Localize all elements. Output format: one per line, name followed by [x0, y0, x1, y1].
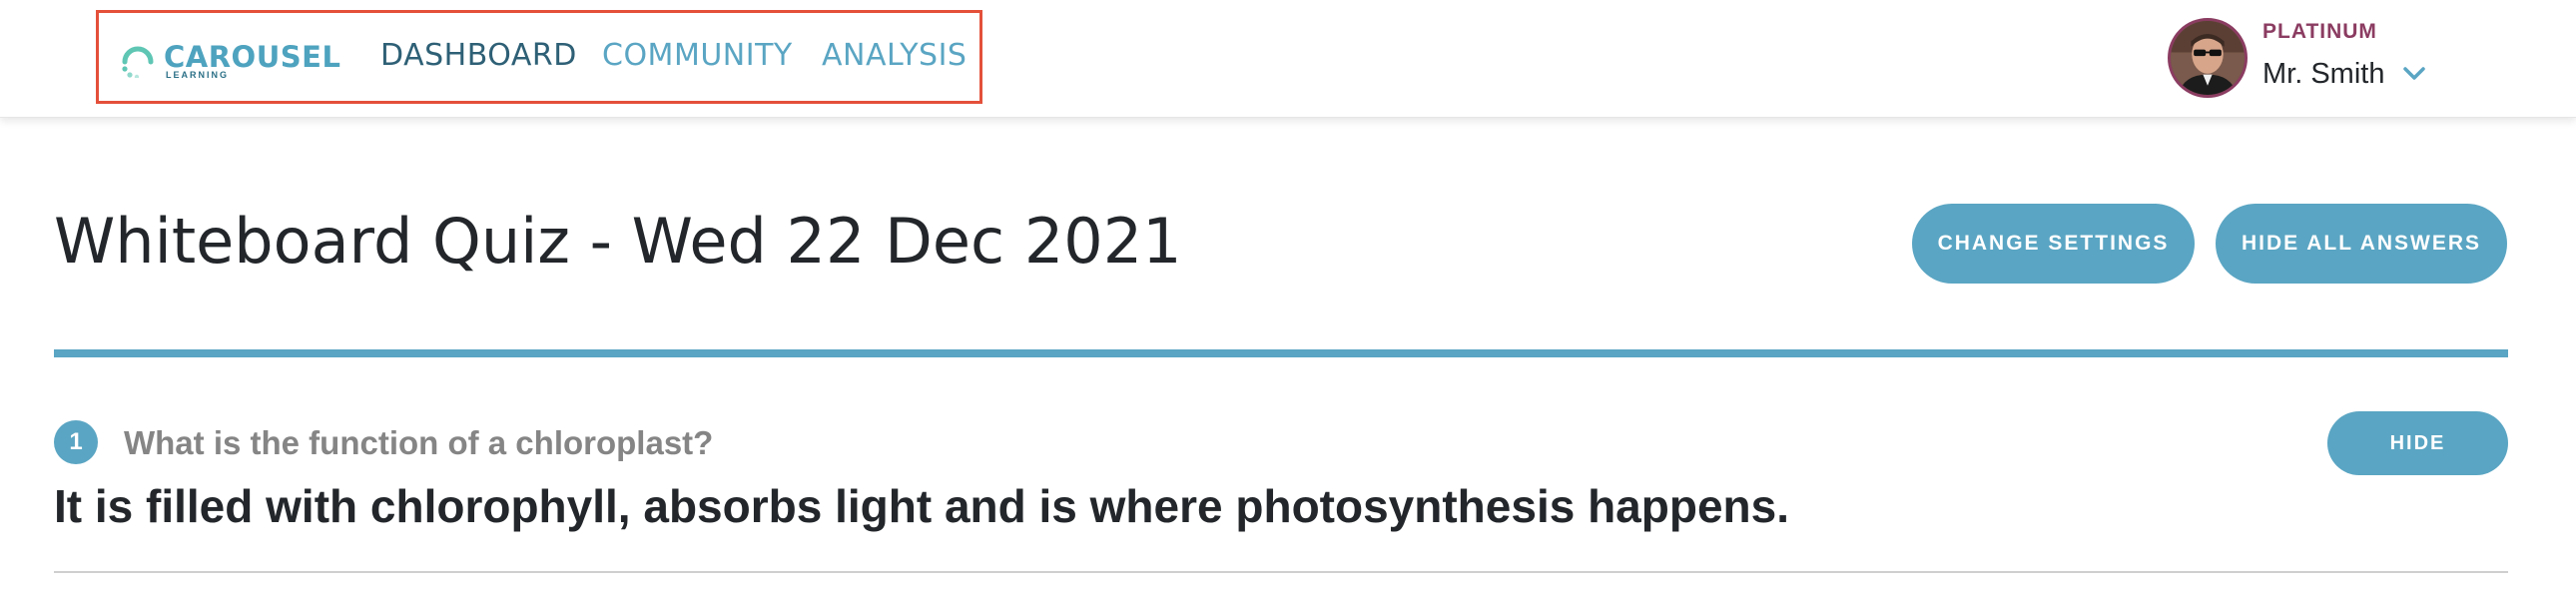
avatar[interactable]: [2168, 18, 2248, 98]
answer-text: It is filled with chlorophyll, absorbs l…: [54, 480, 1790, 532]
carousel-logo-icon: [122, 46, 154, 78]
question-divider: [54, 571, 2508, 573]
logo-subtitle: LEARNING: [166, 70, 229, 80]
logo-wordmark: CAROUSEL: [164, 40, 341, 74]
user-tier-label: PLATINUM: [2262, 20, 2377, 43]
nav-community[interactable]: COMMUNITY: [602, 38, 793, 73]
user-avatar-icon: [2171, 21, 2245, 95]
question-text: What is the function of a chloroplast?: [124, 424, 714, 461]
change-settings-button[interactable]: CHANGE SETTINGS: [1912, 204, 2195, 284]
top-navigation-bar: CAROUSEL LEARNING DASHBOARD COMMUNITY AN…: [0, 0, 2576, 118]
nav-analysis[interactable]: ANALYSIS: [822, 38, 966, 73]
nav-dashboard[interactable]: DASHBOARD: [380, 38, 577, 73]
page-title: Whiteboard Quiz - Wed 22 Dec 2021: [54, 205, 1182, 278]
hide-answer-button[interactable]: HIDE: [2327, 411, 2508, 475]
header-divider: [54, 349, 2508, 357]
carousel-logo[interactable]: CAROUSEL LEARNING: [120, 40, 340, 80]
question-number-badge: 1: [54, 420, 98, 464]
user-name[interactable]: Mr. Smith: [2262, 58, 2384, 91]
hide-all-answers-button[interactable]: HIDE ALL ANSWERS: [2216, 204, 2507, 284]
chevron-down-icon[interactable]: [2402, 66, 2426, 82]
